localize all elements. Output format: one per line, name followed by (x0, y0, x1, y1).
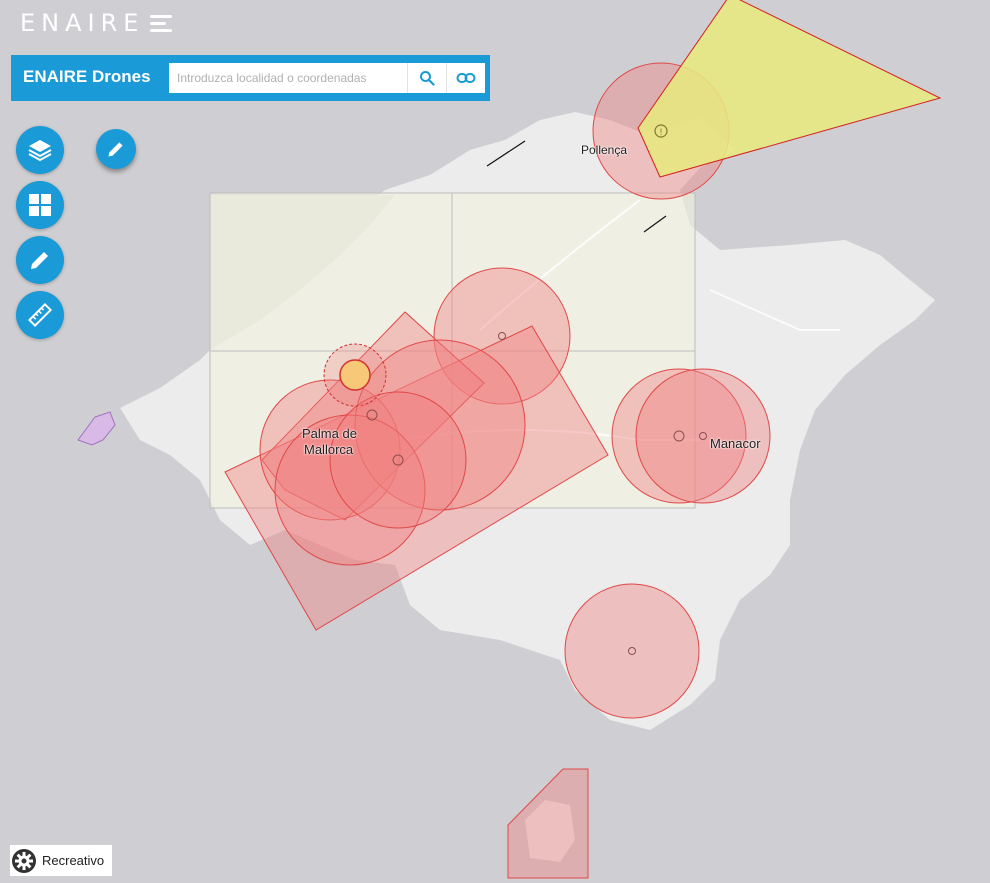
search-input[interactable] (175, 63, 407, 93)
zone-south[interactable] (564, 583, 700, 719)
zone-palma-4[interactable] (329, 391, 467, 529)
link-icon (456, 73, 476, 83)
enaire-logo: ENAIRE (20, 6, 173, 40)
map-canvas[interactable]: ! (0, 0, 990, 883)
label-pollenca: Pollença (581, 143, 628, 157)
ruler-icon (27, 302, 53, 328)
label-manacor: Manacor (710, 436, 761, 451)
draw-button[interactable] (16, 236, 64, 284)
app-title: ENAIRE Drones (23, 67, 151, 86)
draw-floating-button[interactable] (96, 129, 136, 169)
zone-warning-triangle[interactable] (637, 0, 942, 178)
airport-marker[interactable] (339, 359, 371, 391)
pencil-icon (31, 252, 48, 269)
label-palma-line1: Palma de (302, 426, 357, 441)
mode-selector[interactable]: Recreativo (10, 845, 112, 876)
zone-purple-west[interactable] (77, 411, 116, 446)
grid-icon (29, 194, 51, 216)
search-box (169, 63, 485, 93)
gear-icon (12, 848, 36, 873)
share-link-button[interactable] (446, 63, 485, 93)
search-panel: ENAIRE Drones (11, 55, 490, 101)
mode-label: Recreativo (42, 853, 105, 868)
zone-cabrera[interactable] (507, 768, 589, 879)
warning-marker-glyph: ! (660, 127, 663, 137)
layers-icon (28, 140, 52, 162)
pencil-icon (108, 142, 123, 157)
measure-button[interactable] (16, 291, 64, 339)
search-button[interactable] (407, 63, 446, 93)
layers-button[interactable] (16, 126, 64, 174)
basemap-button[interactable] (16, 181, 64, 229)
brand-text: ENAIRE (20, 9, 145, 37)
label-palma-line2: Mallorca (304, 442, 354, 457)
brand-lines-icon (150, 14, 173, 32)
search-icon (420, 71, 435, 86)
